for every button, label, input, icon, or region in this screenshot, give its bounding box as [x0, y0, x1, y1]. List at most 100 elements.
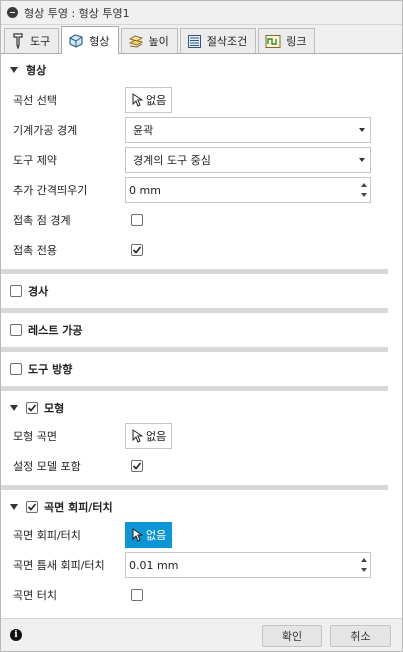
tab-linking-label: 링크: [286, 35, 307, 48]
section-divider: [1, 347, 388, 352]
section-slope-title: 경사: [28, 285, 49, 298]
dropdown-arrow-icon: [359, 128, 365, 132]
spinner-buttons[interactable]: [359, 555, 368, 575]
section-slope-header[interactable]: 경사: [1, 278, 402, 304]
spin-down-icon[interactable]: [360, 568, 367, 572]
model-surfaces-button[interactable]: 없음: [125, 423, 173, 449]
touch-surfaces-label: 곡면 터치: [13, 589, 57, 602]
avoid-gap-value: 0.01 mm: [129, 558, 179, 572]
tab-heights[interactable]: 높이: [120, 28, 178, 53]
model-surfaces-label: 모형 곡면: [13, 430, 57, 443]
row-include-setup-model: 설정 모델 포함: [1, 451, 402, 481]
row-tangent-boundary: 접촉 점 경계: [1, 205, 402, 235]
section-avoid-touch-header[interactable]: 곡면 회피/터치: [1, 494, 402, 520]
machining-boundary-label: 기계가공 경계: [13, 124, 78, 137]
spinner-buttons[interactable]: [359, 180, 368, 200]
touch-surfaces-checkbox[interactable]: [131, 589, 143, 601]
expand-caret-icon: [10, 67, 18, 73]
tab-tool[interactable]: 도구: [4, 28, 60, 53]
rest-machining-checkbox[interactable]: [10, 324, 22, 336]
tab-passes[interactable]: 절삭조건: [179, 28, 257, 53]
row-curve-selection: 곡선 선택 없음: [1, 85, 402, 115]
row-avoid-touch-surfaces: 곡면 회피/터치 없음: [1, 520, 402, 550]
additional-offset-label: 추가 간격띄우기: [13, 184, 88, 197]
dialog-footer: i 확인 취소: [1, 618, 402, 651]
include-setup-model-label: 설정 모델 포함: [13, 460, 81, 473]
model-surfaces-value: 없음: [146, 430, 167, 443]
info-icon[interactable]: i: [10, 629, 22, 641]
section-tool-orientation-header[interactable]: 도구 방향: [1, 356, 402, 382]
cancel-button[interactable]: 취소: [330, 625, 391, 647]
dialog-title: 형상 투영 : 형상 투영1: [24, 6, 130, 20]
checkmark-icon: [132, 246, 142, 254]
tab-geometry[interactable]: 형상: [61, 26, 119, 54]
tool-icon: [13, 33, 23, 49]
row-tool-containment: 도구 제약 경계의 도구 중심: [1, 145, 402, 175]
spin-up-icon[interactable]: [360, 183, 367, 187]
machining-boundary-dropdown[interactable]: 윤곽: [125, 117, 371, 143]
additional-offset-input[interactable]: 0 mm: [125, 177, 371, 203]
tab-linking[interactable]: 링크: [258, 28, 316, 53]
curve-selection-value: 없음: [146, 94, 167, 107]
checkmark-icon: [27, 503, 37, 511]
section-geometry-title: 형상: [26, 64, 47, 77]
row-machining-boundary: 기계가공 경계 윤곽: [1, 115, 402, 145]
section-geometry-header[interactable]: 형상: [1, 57, 402, 83]
tool-containment-value: 경계의 도구 중심: [133, 154, 211, 167]
model-checkbox[interactable]: [26, 402, 38, 414]
tool-orientation-checkbox[interactable]: [10, 363, 22, 375]
row-model-surfaces: 모형 곡면 없음: [1, 421, 402, 451]
expand-caret-icon: [10, 504, 18, 510]
tangent-only-label: 접촉 전용: [13, 244, 57, 257]
height-icon: [128, 34, 143, 48]
tool-containment-dropdown[interactable]: 경계의 도구 중심: [125, 147, 371, 173]
row-touch-surfaces: 곡면 터치: [1, 580, 402, 610]
avoid-touch-surfaces-value: 없음: [146, 529, 167, 542]
passes-icon: [187, 34, 201, 48]
tab-passes-label: 절삭조건: [206, 35, 248, 48]
row-avoid-gap: 곡면 틈새 회피/터치 0.01 mm: [1, 550, 402, 580]
tangent-boundary-label: 접촉 점 경계: [13, 214, 71, 227]
tangent-boundary-checkbox[interactable]: [131, 214, 143, 226]
section-divider: [1, 308, 388, 313]
dropdown-arrow-icon: [359, 158, 365, 162]
tab-bar: 도구 형상 높이 절삭조건 링크: [1, 25, 402, 54]
avoid-touch-checkbox[interactable]: [26, 501, 38, 513]
dialog-window: 형상 투영 : 형상 투영1 도구 형상 높이 절삭조건 링크 형상 곡선 선택…: [0, 0, 403, 652]
spin-up-icon[interactable]: [360, 558, 367, 562]
checkmark-icon: [27, 404, 37, 412]
cursor-arrow-icon: [132, 429, 143, 443]
avoid-touch-surfaces-label: 곡면 회피/터치: [13, 529, 81, 542]
tangent-only-checkbox[interactable]: [131, 244, 143, 256]
section-rest-machining-title: 레스트 가공: [28, 324, 83, 337]
curve-selection-label: 곡선 선택: [13, 94, 57, 107]
section-avoid-touch-title: 곡면 회피/터치: [44, 501, 113, 514]
ok-button[interactable]: 확인: [262, 625, 322, 647]
shape-icon: [69, 34, 83, 48]
section-model-header[interactable]: 모형: [1, 395, 402, 421]
title-bar: 형상 투영 : 형상 투영1: [1, 1, 402, 25]
spin-down-icon[interactable]: [360, 193, 367, 197]
curve-selection-button[interactable]: 없음: [125, 87, 173, 113]
slope-checkbox[interactable]: [10, 285, 22, 297]
tab-tool-label: 도구: [30, 35, 51, 48]
section-divider: [1, 386, 388, 391]
section-divider: [1, 485, 388, 490]
avoid-gap-input[interactable]: 0.01 mm: [125, 552, 371, 578]
checkmark-icon: [132, 462, 142, 470]
tab-geometry-label: 형상: [89, 34, 110, 48]
avoid-touch-surfaces-button[interactable]: 없음: [125, 522, 173, 548]
collapse-dialog-icon[interactable]: [7, 7, 18, 18]
row-additional-offset: 추가 간격띄우기 0 mm: [1, 175, 402, 205]
linking-icon: [265, 34, 281, 48]
cursor-arrow-icon: [132, 528, 143, 542]
dialog-content: 형상 곡선 선택 없음 기계가공 경계 윤곽 도구 제약 경계의 도구 중심 추…: [1, 55, 402, 618]
avoid-gap-label: 곡면 틈새 회피/터치: [13, 559, 105, 572]
section-rest-machining-header[interactable]: 레스트 가공: [1, 317, 402, 343]
include-setup-model-checkbox[interactable]: [131, 460, 143, 472]
cursor-arrow-icon: [132, 93, 143, 107]
tool-containment-label: 도구 제약: [13, 154, 57, 167]
machining-boundary-value: 윤곽: [133, 124, 154, 137]
additional-offset-value: 0 mm: [129, 183, 161, 197]
expand-caret-icon: [10, 405, 18, 411]
